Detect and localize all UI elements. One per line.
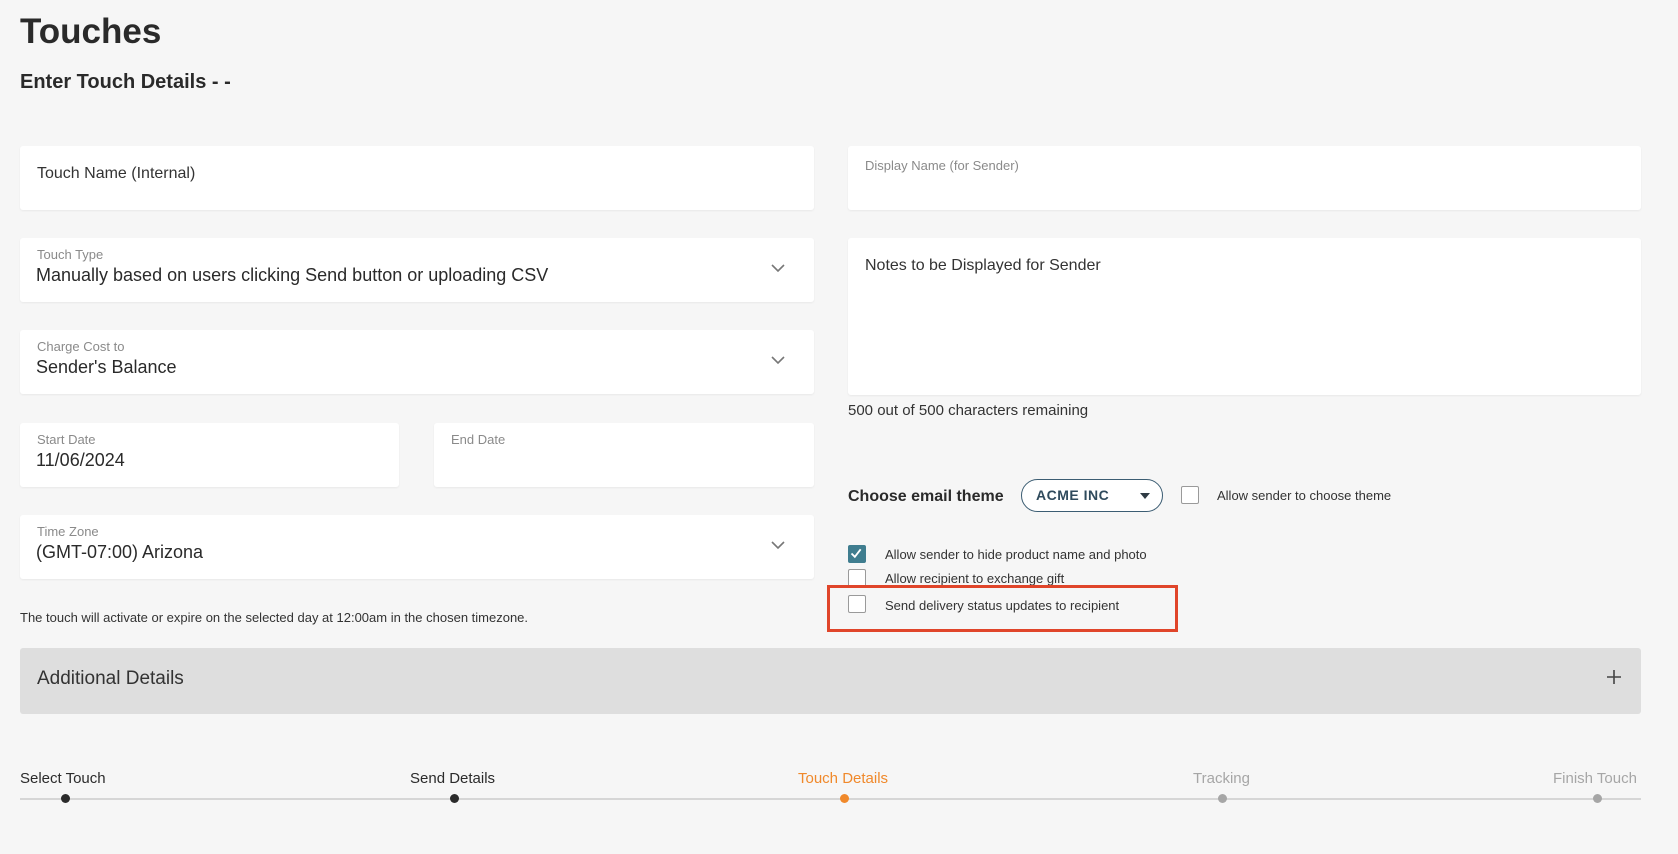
step-touch-details-label[interactable]: Touch Details	[798, 770, 888, 787]
page-subtitle: Enter Touch Details - -	[20, 71, 231, 93]
email-theme-select[interactable]: ACME INC	[1021, 479, 1163, 512]
charge-cost-value: Sender's Balance	[36, 357, 177, 377]
step-finish-touch-label[interactable]: Finish Touch	[1553, 770, 1637, 787]
option-exchange-gift-label: Allow recipient to exchange gift	[885, 571, 1065, 586]
additional-details-accordion[interactable]: Additional Details	[20, 648, 1641, 714]
touch-type-select[interactable]: Touch Type Manually based on users click…	[20, 238, 814, 302]
touch-type-value: Manually based on users clicking Send bu…	[36, 265, 549, 285]
step-send-details-label[interactable]: Send Details	[410, 770, 495, 787]
start-date-label: Start Date	[37, 432, 96, 447]
timezone-note: The touch will activate or expire on the…	[20, 610, 529, 625]
option-delivery-status-checkbox[interactable]	[848, 595, 866, 613]
step-select-touch-dot	[61, 794, 70, 803]
stepper-track	[20, 798, 1641, 800]
chevron-down-icon	[771, 356, 785, 365]
option-hide-product-label: Allow sender to hide product name and ph…	[885, 547, 1147, 562]
additional-details-label: Additional Details	[37, 668, 184, 689]
plus-icon	[1607, 670, 1621, 684]
chevron-down-icon	[771, 264, 785, 273]
display-name-field[interactable]: Display Name (for Sender)	[848, 146, 1641, 210]
time-zone-select[interactable]: Time Zone (GMT-07:00) Arizona	[20, 515, 814, 579]
start-date-field[interactable]: Start Date 11/06/2024	[20, 423, 399, 487]
email-theme-value: ACME INC	[1036, 487, 1110, 503]
allow-choose-theme-label: Allow sender to choose theme	[1217, 488, 1392, 503]
notes-char-counter: 500 out of 500 characters remaining	[848, 402, 1089, 419]
allow-choose-theme-checkbox[interactable]	[1181, 486, 1199, 504]
time-zone-label: Time Zone	[37, 524, 99, 539]
option-hide-product-checkbox[interactable]	[848, 545, 866, 563]
step-select-touch-label[interactable]: Select Touch	[20, 770, 106, 787]
option-delivery-status-label: Send delivery status updates to recipien…	[885, 598, 1120, 613]
step-tracking-label[interactable]: Tracking	[1193, 770, 1250, 787]
touch-type-label: Touch Type	[37, 247, 104, 262]
touch-name-placeholder: Touch Name (Internal)	[37, 165, 196, 182]
charge-cost-select[interactable]: Charge Cost to Sender's Balance	[20, 330, 814, 394]
end-date-field[interactable]: End Date	[434, 423, 814, 487]
charge-cost-label: Charge Cost to	[37, 339, 125, 354]
step-tracking-dot	[1218, 794, 1227, 803]
display-name-label: Display Name (for Sender)	[865, 158, 1019, 173]
end-date-label: End Date	[451, 432, 506, 447]
notes-placeholder: Notes to be Displayed for Sender	[865, 257, 1101, 274]
caret-down-icon	[1140, 493, 1150, 499]
check-icon	[850, 548, 862, 559]
time-zone-value: (GMT-07:00) Arizona	[36, 542, 204, 562]
step-touch-details-dot	[840, 794, 849, 803]
start-date-value: 11/06/2024	[36, 450, 125, 470]
page-title: Touches	[20, 12, 162, 51]
email-theme-label: Choose email theme	[848, 488, 1004, 505]
chevron-down-icon	[771, 541, 785, 550]
step-send-details-dot	[450, 794, 459, 803]
touch-name-field[interactable]: Touch Name (Internal)	[20, 146, 814, 210]
step-finish-touch-dot	[1593, 794, 1602, 803]
notes-textarea[interactable]: Notes to be Displayed for Sender	[848, 238, 1641, 395]
